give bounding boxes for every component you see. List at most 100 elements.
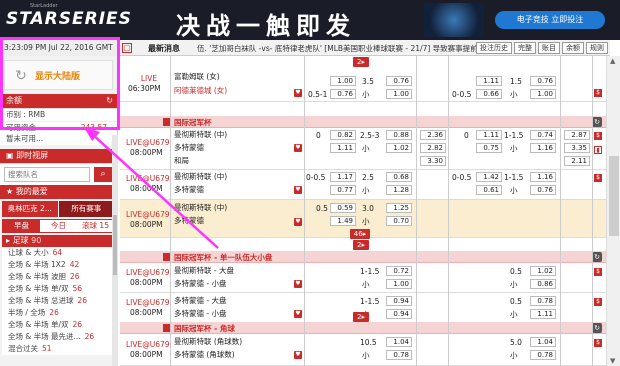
odds-button[interactable]: 1.00 [330, 76, 356, 86]
main-scroll-thumb[interactable] [609, 156, 619, 236]
odds-button[interactable]: 0.76 [386, 76, 412, 86]
favorite-heart-icon[interactable]: ♥ [294, 186, 302, 194]
favorites-header[interactable]: ★ 我的最爱 [0, 185, 117, 199]
odds-button[interactable]: 0.78 [530, 296, 556, 306]
odds-button[interactable]: 1.00 [386, 279, 412, 289]
more-bets-pill[interactable]: 2▸ [353, 312, 369, 322]
tab-early[interactable]: 早盘 [3, 220, 40, 232]
market-item[interactable]: 全场 & 半场 1X2 42 [2, 259, 115, 271]
odds-button[interactable]: 0.68 [386, 172, 412, 182]
odds-button[interactable]: 0.94 [386, 309, 412, 319]
odds-button[interactable]: 1.00 [386, 89, 412, 99]
odds-button[interactable]: 1.11 [476, 130, 502, 140]
left-scrollbar[interactable] [112, 135, 118, 366]
odds-button[interactable]: 1.28 [386, 185, 412, 195]
sport-soccer[interactable]: ▸ 足球 90 [2, 235, 115, 247]
tab-live[interactable]: 滚球 15 [77, 220, 114, 232]
odds-button[interactable]: 2.87 [564, 130, 590, 140]
odds-button[interactable]: 1.02 [530, 266, 556, 276]
scroll-down-icon[interactable]: ▼ [610, 357, 615, 365]
scroll-up-icon[interactable]: ▲ [610, 57, 615, 65]
odds-button[interactable]: 1.25 [386, 203, 412, 213]
odds-button[interactable]: 0.74 [530, 130, 556, 140]
top-banner[interactable]: StarLadder STARSERIES 决战一触即发 电子竞技 立即投注 [0, 0, 620, 40]
odds-button[interactable]: 0.61 [476, 185, 502, 195]
odds-button[interactable]: 3.30 [420, 156, 446, 166]
odds-button[interactable]: 0.77 [330, 185, 356, 195]
tab-today[interactable]: 今日 [40, 220, 77, 232]
favorite-heart-icon[interactable]: ♥ [294, 351, 302, 359]
odds-button[interactable]: 0.78 [530, 350, 556, 360]
odds-button[interactable]: 0.94 [386, 296, 412, 306]
live-video-header[interactable]: ▣ 即时视屏 [0, 149, 117, 163]
market-item[interactable]: 全场 & 半场 单/双 56 [2, 283, 115, 295]
odds-button[interactable]: 0.70 [386, 216, 412, 226]
market-item[interactable]: 全场 & 半场 总进球 26 [2, 295, 115, 307]
odds-button[interactable]: 0.59 [330, 203, 356, 213]
more-bets-pill[interactable]: 2▸ [353, 57, 369, 67]
complete-button[interactable]: 完整 [514, 42, 536, 54]
odds-button[interactable]: 1.11 [476, 76, 502, 86]
refresh-icon[interactable]: ↻ [592, 252, 602, 262]
league-header[interactable]: 国际冠军杯 ↻ [120, 116, 606, 128]
stats-badge-icon[interactable]: $ [594, 174, 602, 182]
team-search-input[interactable] [4, 167, 90, 182]
odds-button[interactable]: 2.11 [564, 156, 590, 166]
favorite-heart-icon[interactable]: ♥ [294, 89, 302, 97]
more-bets-pill[interactable]: 2▸ [353, 240, 369, 250]
market-item[interactable]: 全场 & 半场 单/双 26 [2, 319, 115, 331]
tab-all-events[interactable]: 所有赛事 [58, 201, 114, 217]
favorite-heart-icon[interactable]: ♥ [294, 310, 302, 318]
odds-button[interactable]: 1.16 [530, 172, 556, 182]
odds-button[interactable]: 2.82 [420, 143, 446, 153]
favorite-heart-icon[interactable]: ♥ [294, 218, 302, 226]
odds-button[interactable]: 1.49 [330, 216, 356, 226]
stats-badge-icon[interactable]: $ [594, 268, 602, 276]
odds-button[interactable]: 1.16 [530, 143, 556, 153]
search-icon[interactable]: ⌕ [94, 167, 112, 182]
league-header[interactable]: 国际冠军杯 - 角球 ↻ [120, 322, 606, 334]
stats-badge-icon[interactable]: $ [594, 132, 602, 140]
market-item[interactable]: 让球 & 大小 64 [2, 247, 115, 259]
rules-button[interactable]: 规则 [586, 42, 608, 54]
odds-button[interactable]: 0.76 [530, 76, 556, 86]
balance-button[interactable]: 余额 [562, 42, 584, 54]
left-scroll-thumb[interactable] [113, 215, 117, 275]
favorite-heart-icon[interactable]: ♥ [294, 144, 302, 152]
main-scrollbar[interactable]: ▲ ▼ [606, 56, 620, 366]
odds-button[interactable]: 1.04 [386, 337, 412, 347]
favorite-heart-icon[interactable]: ♥ [294, 280, 302, 288]
odds-button[interactable]: 3.35 [564, 143, 590, 153]
market-item[interactable]: 全场 & 半场 波胆 26 [2, 271, 115, 283]
collapse-icon[interactable]: □ [122, 43, 132, 53]
bet-history-button[interactable]: 投注历史 [476, 42, 512, 54]
market-item[interactable]: 全场 & 半场 最先进... 26 [2, 331, 115, 343]
odds-button[interactable]: 2.36 [420, 130, 446, 140]
tab-olympics[interactable]: 奥林匹克 2... [2, 201, 58, 217]
odds-button[interactable]: 1.00 [530, 89, 556, 99]
refresh-icon[interactable]: ↻ [592, 323, 602, 333]
odds-button[interactable]: 0.88 [386, 130, 412, 140]
news-ticker[interactable]: 伍. '芝加哥白袜队 -vs- 底特律老虎队' [MLB美国职业棒球联赛 - 2… [197, 43, 517, 54]
odds-button[interactable]: 1.04 [530, 337, 556, 347]
odds-button[interactable]: 0.76 [530, 185, 556, 195]
account-button[interactable]: 账目 [538, 42, 560, 54]
league-header[interactable]: 国际冠军杯 - 单一队伍大小盘 ↻ [120, 251, 606, 263]
odds-button[interactable]: 1.11 [530, 309, 556, 319]
odds-button[interactable]: 1.42 [476, 172, 502, 182]
market-item[interactable]: 半场 / 全场 26 [2, 307, 115, 319]
stats-chart-icon[interactable]: ▮ [594, 146, 602, 154]
stats-badge-icon[interactable]: $ [594, 339, 602, 347]
odds-button[interactable]: 0.86 [530, 279, 556, 289]
more-bets-count[interactable]: 46▸ [350, 229, 370, 239]
odds-button[interactable]: 1.17 [330, 172, 356, 182]
odds-button[interactable]: 1.02 [386, 143, 412, 153]
promo-bet-button[interactable]: 电子竞技 立即投注 [495, 11, 605, 29]
stats-badge-icon[interactable]: $ [594, 298, 602, 306]
odds-button[interactable]: 0.82 [330, 130, 356, 140]
odds-button[interactable]: 0.75 [476, 143, 502, 153]
stats-badge-icon[interactable]: $ [594, 89, 602, 97]
odds-button[interactable]: 0.72 [386, 266, 412, 276]
refresh-icon[interactable]: ↻ [592, 117, 602, 127]
odds-button[interactable]: 0.78 [386, 350, 412, 360]
